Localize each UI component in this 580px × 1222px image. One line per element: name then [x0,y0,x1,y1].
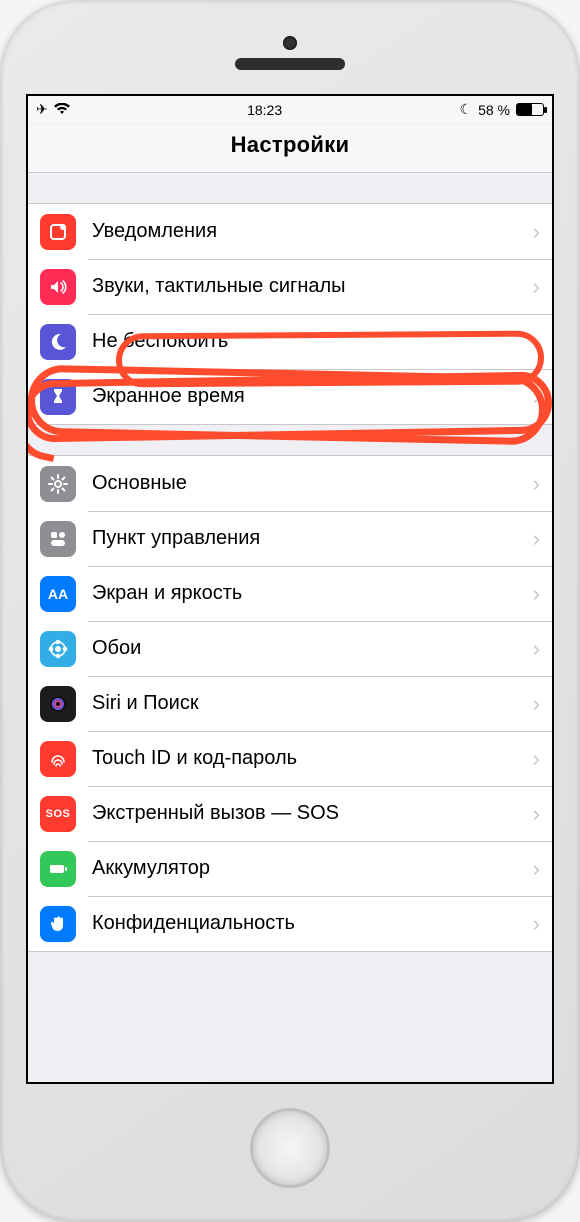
row-label: Siri и Поиск [92,692,533,715]
phone-frame: ✈ 18:23 ☾ 58 % Настройки [0,0,580,1222]
row-label: Экстренный вызов — SOS [92,802,533,825]
chevron-right-icon: › [533,471,540,497]
wifi-icon [54,102,70,118]
row-label: Touch ID и код-пароль [92,747,533,770]
display-icon: AA [40,576,76,612]
row-screen-time[interactable]: Экранное время › [28,369,552,424]
row-control-center[interactable]: Пункт управления › [28,511,552,566]
row-sounds[interactable]: Звуки, тактильные сигналы › [28,259,552,314]
sounds-icon [40,269,76,305]
chevron-right-icon: › [533,581,540,607]
chevron-right-icon: › [533,329,540,355]
sos-icon: SOS [40,796,76,832]
row-notifications[interactable]: Уведомления › [28,204,552,259]
chevron-right-icon: › [533,636,540,662]
row-privacy[interactable]: Конфиденциальность › [28,896,552,951]
battery-row-icon [40,851,76,887]
camera-dot [283,36,297,50]
row-battery[interactable]: Аккумулятор › [28,841,552,896]
do-not-disturb-status-icon: ☾ [460,101,473,118]
row-label: Основные [92,472,533,495]
home-button[interactable] [250,1108,330,1188]
row-touchid[interactable]: Touch ID и код-пароль › [28,731,552,786]
row-label: Звуки, тактильные сигналы [92,275,533,298]
row-label: Не беспокоить [92,330,533,353]
row-label: Аккумулятор [92,857,533,880]
chevron-right-icon: › [533,219,540,245]
settings-group-2: Основные › Пункт управления › AA Экран и… [28,455,552,952]
screen: ✈ 18:23 ☾ 58 % Настройки [26,94,554,1084]
row-do-not-disturb[interactable]: Не беспокоить › [28,314,552,369]
wallpaper-icon [40,631,76,667]
privacy-icon [40,906,76,942]
row-label: Пункт управления [92,527,533,550]
do-not-disturb-icon [40,324,76,360]
battery-icon [516,103,544,116]
chevron-right-icon: › [533,801,540,827]
chevron-right-icon: › [533,911,540,937]
control-center-icon [40,521,76,557]
row-wallpaper[interactable]: Обои › [28,621,552,676]
row-siri[interactable]: Siri и Поиск › [28,676,552,731]
screen-time-icon [40,379,76,415]
row-label: Экран и яркость [92,582,533,605]
siri-icon [40,686,76,722]
chevron-right-icon: › [533,384,540,410]
general-icon [40,466,76,502]
chevron-right-icon: › [533,691,540,717]
battery-fill [517,104,532,115]
page-title: Настройки [28,124,552,173]
clock: 18:23 [247,102,282,118]
chevron-right-icon: › [533,746,540,772]
status-bar: ✈ 18:23 ☾ 58 % [28,96,552,124]
chevron-right-icon: › [533,274,540,300]
row-label: Экранное время [92,385,533,408]
row-sos[interactable]: SOS Экстренный вызов — SOS › [28,786,552,841]
airplane-mode-icon: ✈ [36,101,48,118]
notifications-icon [40,214,76,250]
battery-percentage: 58 % [478,102,510,118]
settings-group-1: Уведомления › Звуки, тактильные сигналы … [28,203,552,425]
row-label: Конфиденциальность [92,912,533,935]
row-label: Обои [92,637,533,660]
chevron-right-icon: › [533,526,540,552]
chevron-right-icon: › [533,856,540,882]
row-label: Уведомления [92,220,533,243]
row-display[interactable]: AA Экран и яркость › [28,566,552,621]
touchid-icon [40,741,76,777]
speaker-slot [235,58,345,70]
row-general[interactable]: Основные › [28,456,552,511]
